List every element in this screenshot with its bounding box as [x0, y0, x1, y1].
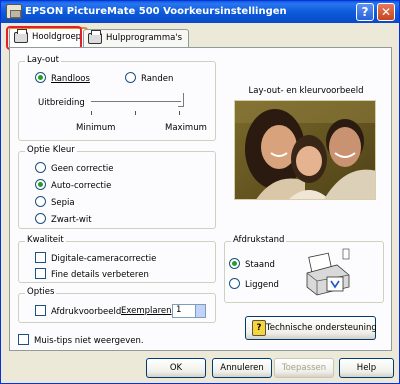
- afdrukstand-legend: Afdrukstand: [231, 235, 287, 245]
- annuleren-button[interactable]: Annuleren: [212, 358, 272, 378]
- liggend-radio[interactable]: Liggend: [229, 278, 279, 291]
- radio-dot: [35, 213, 46, 224]
- randen-radio[interactable]: Randen: [125, 72, 173, 85]
- help-button[interactable]: Help: [339, 358, 394, 378]
- preview-label: Lay-out- en kleurvoorbeeld: [248, 86, 364, 96]
- staand-radio[interactable]: Staand: [229, 258, 275, 271]
- checkbox-box: [18, 334, 29, 345]
- randloos-radio[interactable]: Randloos: [35, 72, 90, 85]
- tab-hulpprogrammas[interactable]: Hulpprogramma's: [83, 29, 190, 47]
- kwaliteit-legend: Kwaliteit: [25, 235, 66, 245]
- radio-dot: [35, 162, 46, 173]
- exemplaren-spinner[interactable]: 1: [172, 304, 206, 318]
- zwart-wit-radio[interactable]: Zwart-wit: [35, 213, 92, 226]
- slider-tick: [179, 111, 180, 115]
- checkbox-box: [35, 305, 46, 316]
- close-icon[interactable]: ✕: [377, 3, 395, 21]
- window-title: EPSON PictureMate 500 Voorkeursinstellin…: [25, 6, 287, 17]
- checkbox-box: [35, 268, 46, 279]
- afdrukvoorbeeld-checkbox[interactable]: Afdrukvoorbeeld: [35, 305, 121, 318]
- technische-ondersteuning-button[interactable]: ? Technische ondersteuning: [245, 316, 377, 340]
- geen-correctie-radio[interactable]: Geen correctie: [35, 162, 114, 175]
- family-photo: [235, 101, 375, 199]
- maximum-label: Maximum: [165, 123, 207, 133]
- checkbox-box: [35, 252, 46, 263]
- minimum-label: Minimum: [76, 123, 116, 133]
- ok-button[interactable]: OK: [146, 358, 206, 378]
- radio-dot: [35, 196, 46, 207]
- exemplaren-value: 1: [176, 305, 182, 315]
- radio-dot: [125, 72, 136, 83]
- auto-correctie-radio[interactable]: Auto-correctie: [35, 179, 111, 192]
- exemplaren-label: Exemplaren: [121, 306, 172, 316]
- optie-kleur-legend: Optie Kleur: [25, 145, 77, 155]
- radio-dot: [35, 72, 46, 83]
- printer-icon: [88, 30, 102, 44]
- radio-dot: [229, 278, 240, 289]
- help-icon[interactable]: ?: [356, 3, 374, 21]
- tab-label: Hooldgroep: [32, 32, 82, 42]
- toepassen-button[interactable]: Toepassen: [274, 358, 334, 378]
- tab-hoofdgroep[interactable]: Hooldgroep: [9, 27, 89, 48]
- slider-tick: [91, 111, 92, 115]
- uitbreiding-slider-thumb[interactable]: [178, 93, 184, 107]
- digitale-cameracorrectie-checkbox[interactable]: Digitale-cameracorrectie: [35, 252, 156, 265]
- help-book-icon: ?: [252, 320, 266, 336]
- sepia-radio[interactable]: Sepia: [35, 196, 75, 209]
- preferences-dialog: EPSON PictureMate 500 Voorkeursinstellin…: [0, 0, 400, 384]
- opties-legend: Opties: [25, 287, 57, 297]
- radio-dot: [35, 179, 46, 190]
- layout-color-preview-image: [234, 100, 376, 200]
- printer-app-icon: [6, 4, 22, 19]
- fine-details-checkbox[interactable]: Fine details verbeteren: [35, 268, 149, 281]
- uitbreiding-label: Uitbreiding: [38, 98, 85, 108]
- uitbreiding-slider-track[interactable]: [91, 101, 181, 102]
- printer-icon: [14, 29, 28, 43]
- radio-dot: [229, 258, 240, 269]
- layout-legend: Lay-out: [25, 55, 61, 65]
- spin-down-icon[interactable]: [195, 311, 205, 317]
- slider-tick: [135, 111, 136, 115]
- tab-label: Hulpprogramma's: [106, 33, 183, 43]
- title-bar[interactable]: EPSON PictureMate 500 Voorkeursinstellin…: [1, 1, 399, 23]
- printer-orientation-icon: [306, 248, 350, 296]
- muis-tips-checkbox[interactable]: Muis-tips niet weergeven.: [18, 334, 144, 347]
